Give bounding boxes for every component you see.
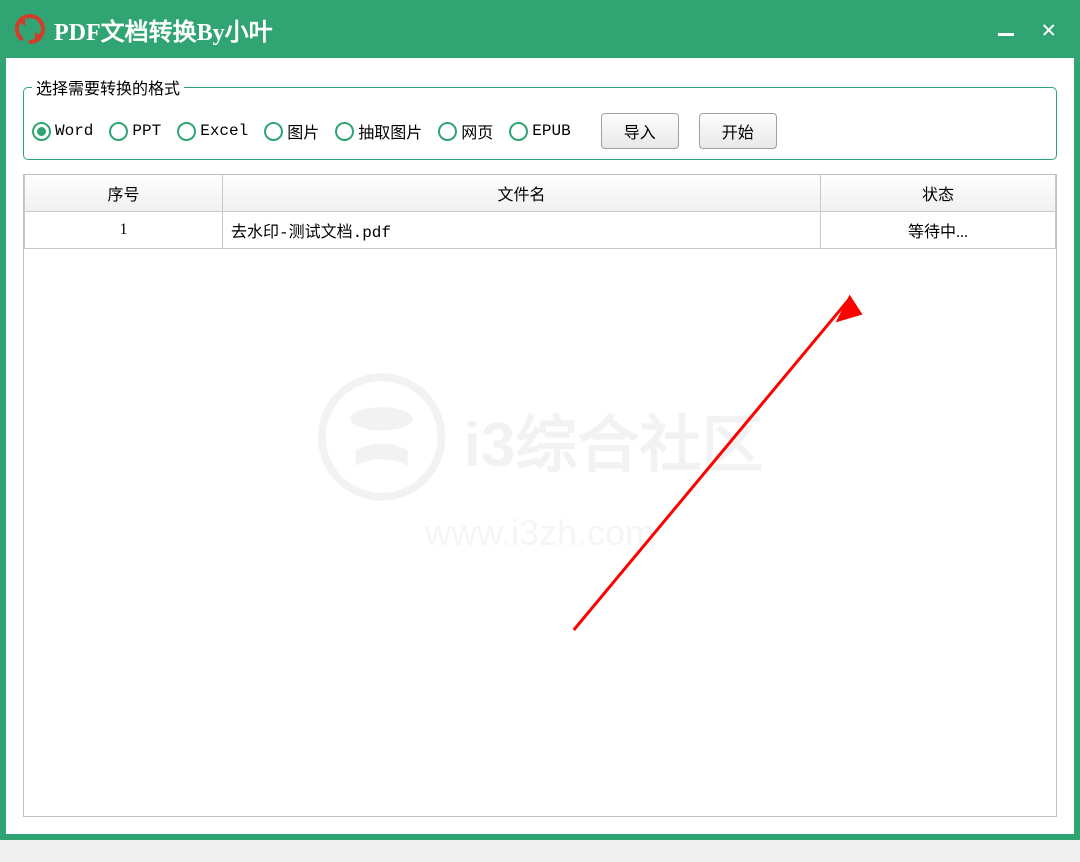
radio-epub[interactable]: EPUB [509, 122, 570, 141]
radio-ppt[interactable]: PPT [109, 122, 161, 141]
import-button[interactable]: 导入 [601, 113, 679, 149]
annotation-arrow [24, 291, 1056, 711]
radio-icon [335, 122, 354, 141]
radio-icon [109, 122, 128, 141]
format-group: 选择需要转换的格式 Word PPT Excel 图片 [23, 75, 1057, 160]
table-row[interactable]: 1 去水印-测试文档.pdf 等待中... [25, 212, 1056, 249]
table-header-row: 序号 文件名 状态 [25, 175, 1056, 212]
col-header-name[interactable]: 文件名 [223, 175, 821, 212]
action-buttons: 导入 开始 [601, 113, 777, 149]
radio-excel[interactable]: Excel [177, 122, 248, 141]
watermark-text: i3综合社区 [464, 394, 764, 484]
radio-icon [438, 122, 457, 141]
radio-icon [32, 122, 51, 141]
titlebar[interactable]: PDF文档转换By小叶 ✕ [0, 0, 1080, 58]
radio-icon [264, 122, 283, 141]
window-title: PDF文档转换By小叶 [54, 12, 998, 47]
format-row: Word PPT Excel 图片 抽取图片 [32, 113, 1048, 149]
file-table-container: 序号 文件名 状态 1 去水印-测试文档.pdf 等待中... [23, 174, 1057, 817]
app-icon [12, 11, 48, 47]
client-area: 选择需要转换的格式 Word PPT Excel 图片 [6, 58, 1074, 834]
cell-status: 等待中... [821, 212, 1056, 249]
radio-icon [509, 122, 528, 141]
close-button[interactable]: ✕ [1042, 15, 1056, 43]
watermark-url: www.i3zh.com [317, 512, 764, 554]
cell-no: 1 [25, 212, 223, 249]
radio-icon [177, 122, 196, 141]
cell-name: 去水印-测试文档.pdf [223, 212, 821, 249]
window-controls: ✕ [998, 15, 1068, 43]
file-table: 序号 文件名 状态 1 去水印-测试文档.pdf 等待中... [24, 175, 1056, 249]
app-window: PDF文档转换By小叶 ✕ 选择需要转换的格式 Word PPT Excel [0, 0, 1080, 840]
radio-extract-image[interactable]: 抽取图片 [335, 119, 422, 143]
col-header-no[interactable]: 序号 [25, 175, 223, 212]
col-header-status[interactable]: 状态 [821, 175, 1056, 212]
format-legend: 选择需要转换的格式 [32, 75, 184, 99]
watermark: i3综合社区 www.i3zh.com [317, 372, 764, 554]
radio-webpage[interactable]: 网页 [438, 119, 493, 143]
radio-image[interactable]: 图片 [264, 119, 319, 143]
start-button[interactable]: 开始 [699, 113, 777, 149]
minimize-button[interactable] [998, 33, 1014, 36]
radio-word[interactable]: Word [32, 122, 93, 141]
